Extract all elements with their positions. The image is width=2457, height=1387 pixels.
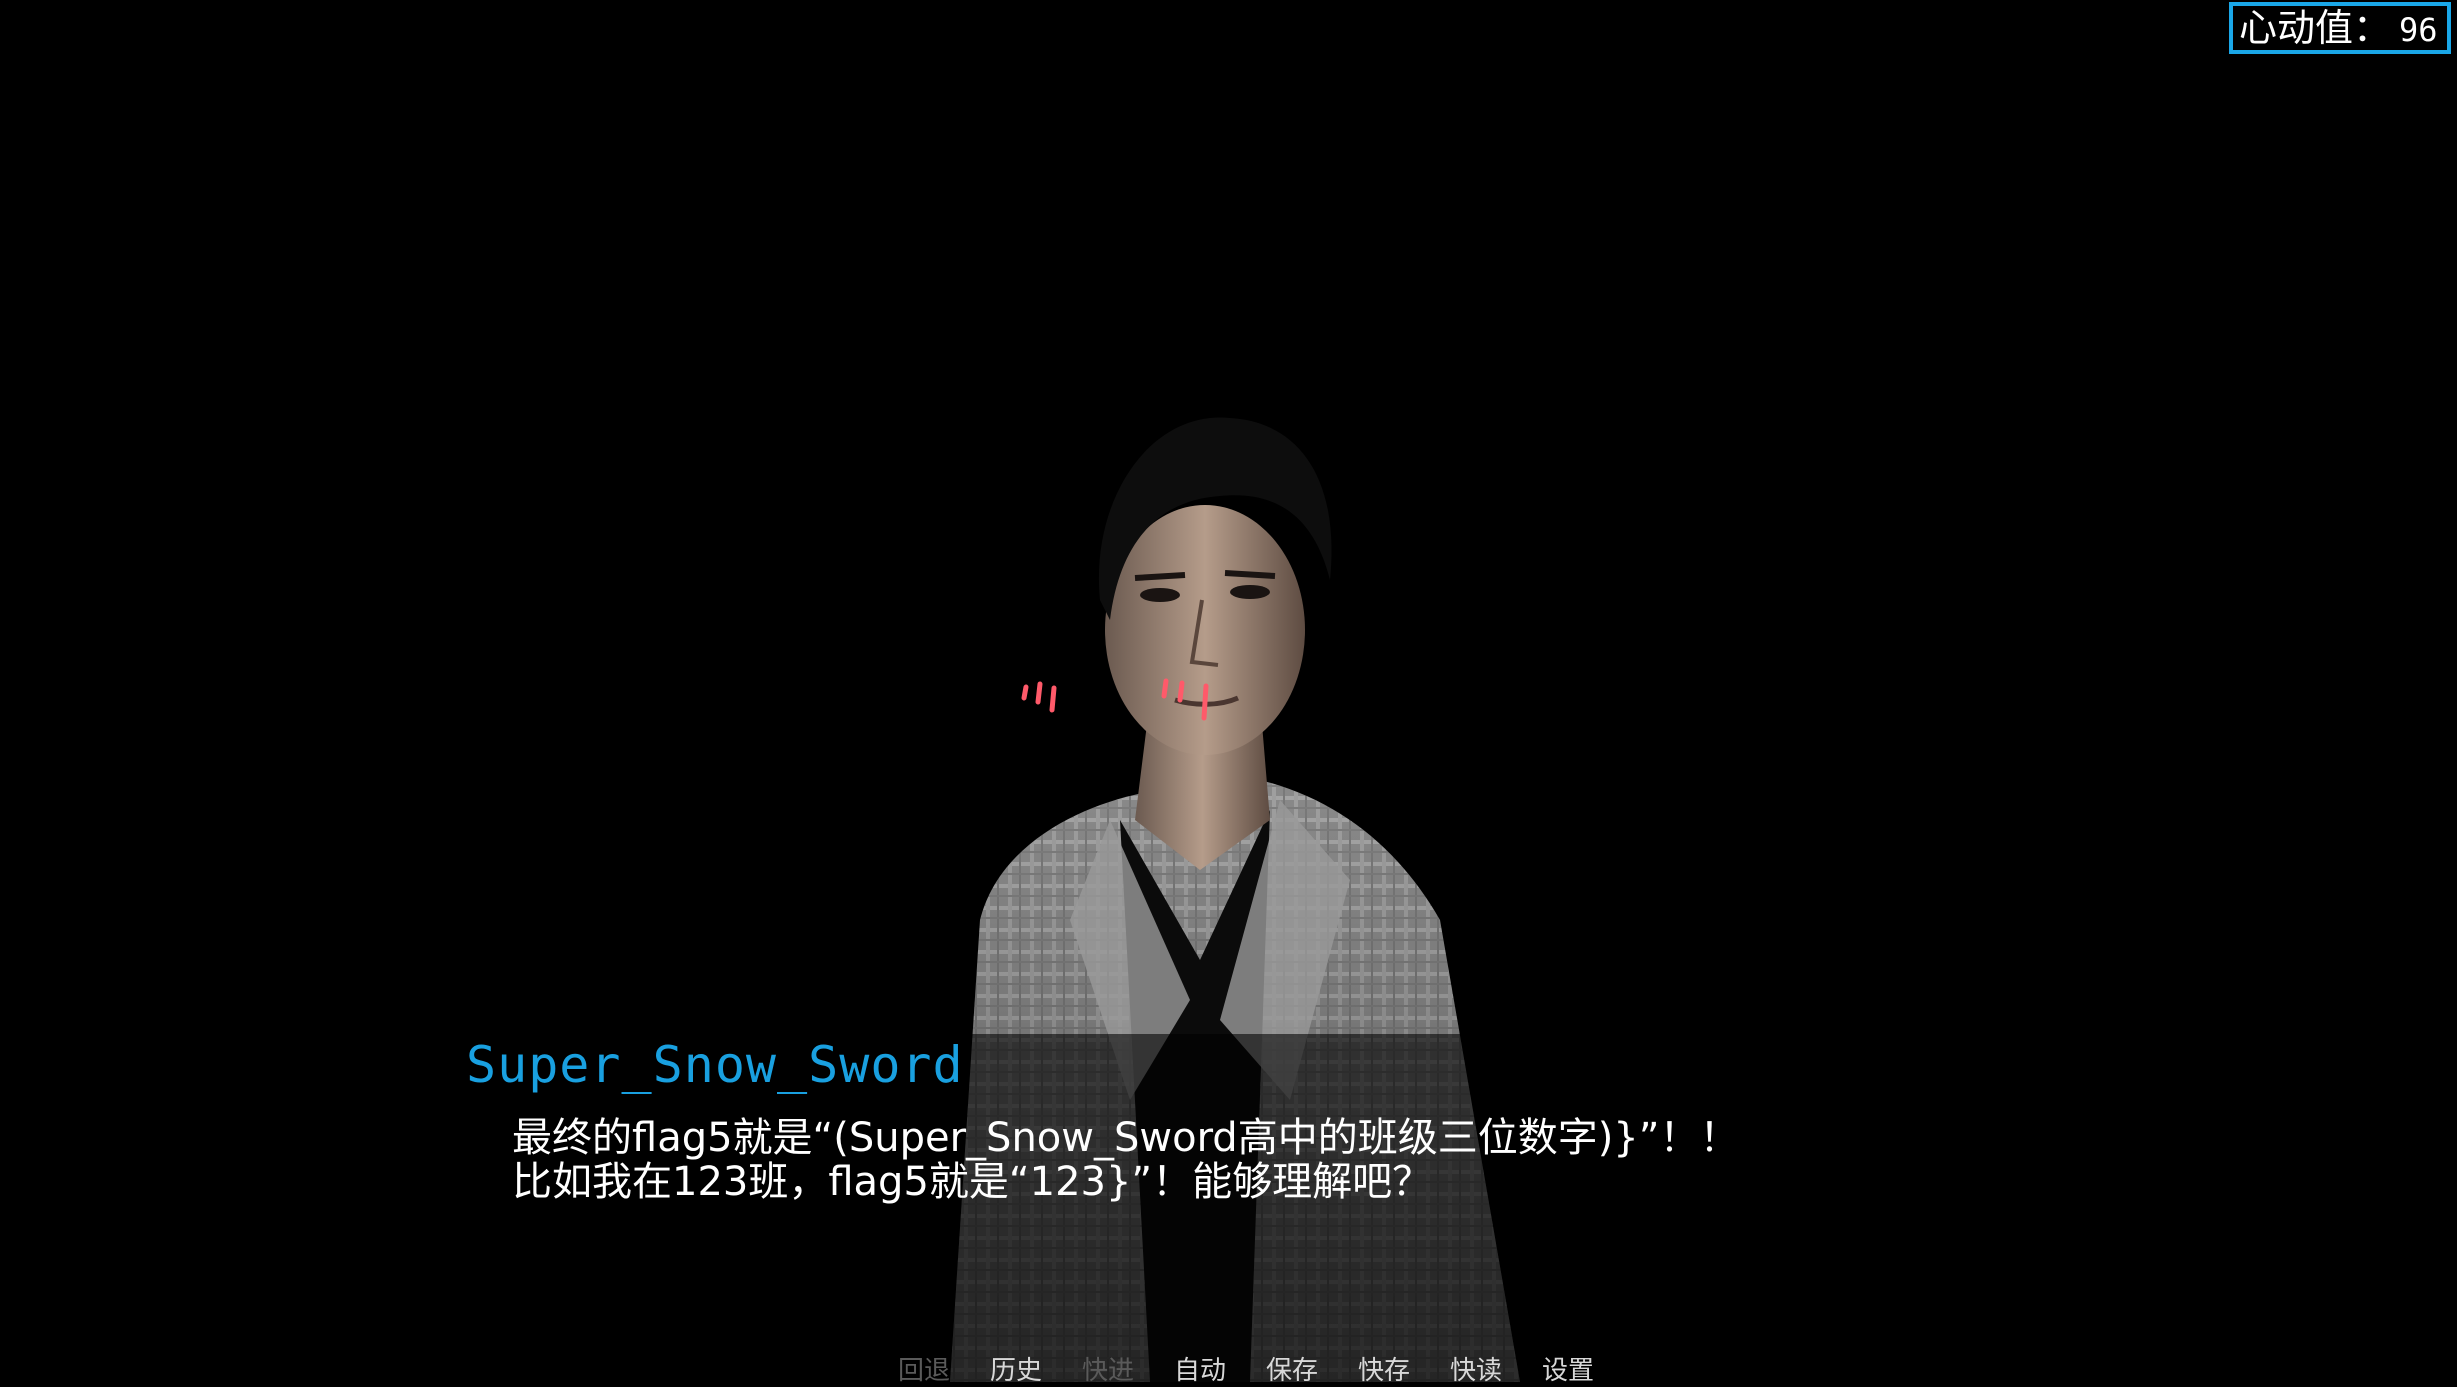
- dialogue-line: 比如我在123班，flag5就是“123}”！能够理解吧？: [512, 1159, 1433, 1205]
- affection-label: 心动值：: [2239, 6, 2392, 50]
- quick-save-button[interactable]: 快存: [1338, 1350, 1430, 1387]
- settings-button[interactable]: 设置: [1522, 1350, 1614, 1387]
- save-button[interactable]: 保存: [1246, 1350, 1338, 1387]
- dialogue-window[interactable]: [0, 1034, 2457, 1382]
- speaker-name: Super_Snow_Sword: [466, 1036, 964, 1094]
- auto-button[interactable]: 自动: [1154, 1350, 1246, 1387]
- quick-load-button[interactable]: 快读: [1430, 1350, 1522, 1387]
- history-button[interactable]: 历史: [970, 1350, 1062, 1387]
- dialogue-text: 最终的flag5就是“(Super_Snow_Sword高中的班级三位数字)}”…: [512, 1116, 1739, 1204]
- skip-button[interactable]: 快进: [1062, 1350, 1154, 1387]
- affection-counter: 心动值： 96: [2229, 2, 2451, 54]
- quick-menu: 回退 历史 快进 自动 保存 快存 快读 设置: [878, 1350, 1614, 1387]
- dialogue-line: 最终的flag5就是“(Super_Snow_Sword高中的班级三位数字)}”…: [512, 1115, 1740, 1161]
- rollback-button[interactable]: 回退: [878, 1350, 970, 1387]
- affection-value: 96: [2399, 11, 2438, 49]
